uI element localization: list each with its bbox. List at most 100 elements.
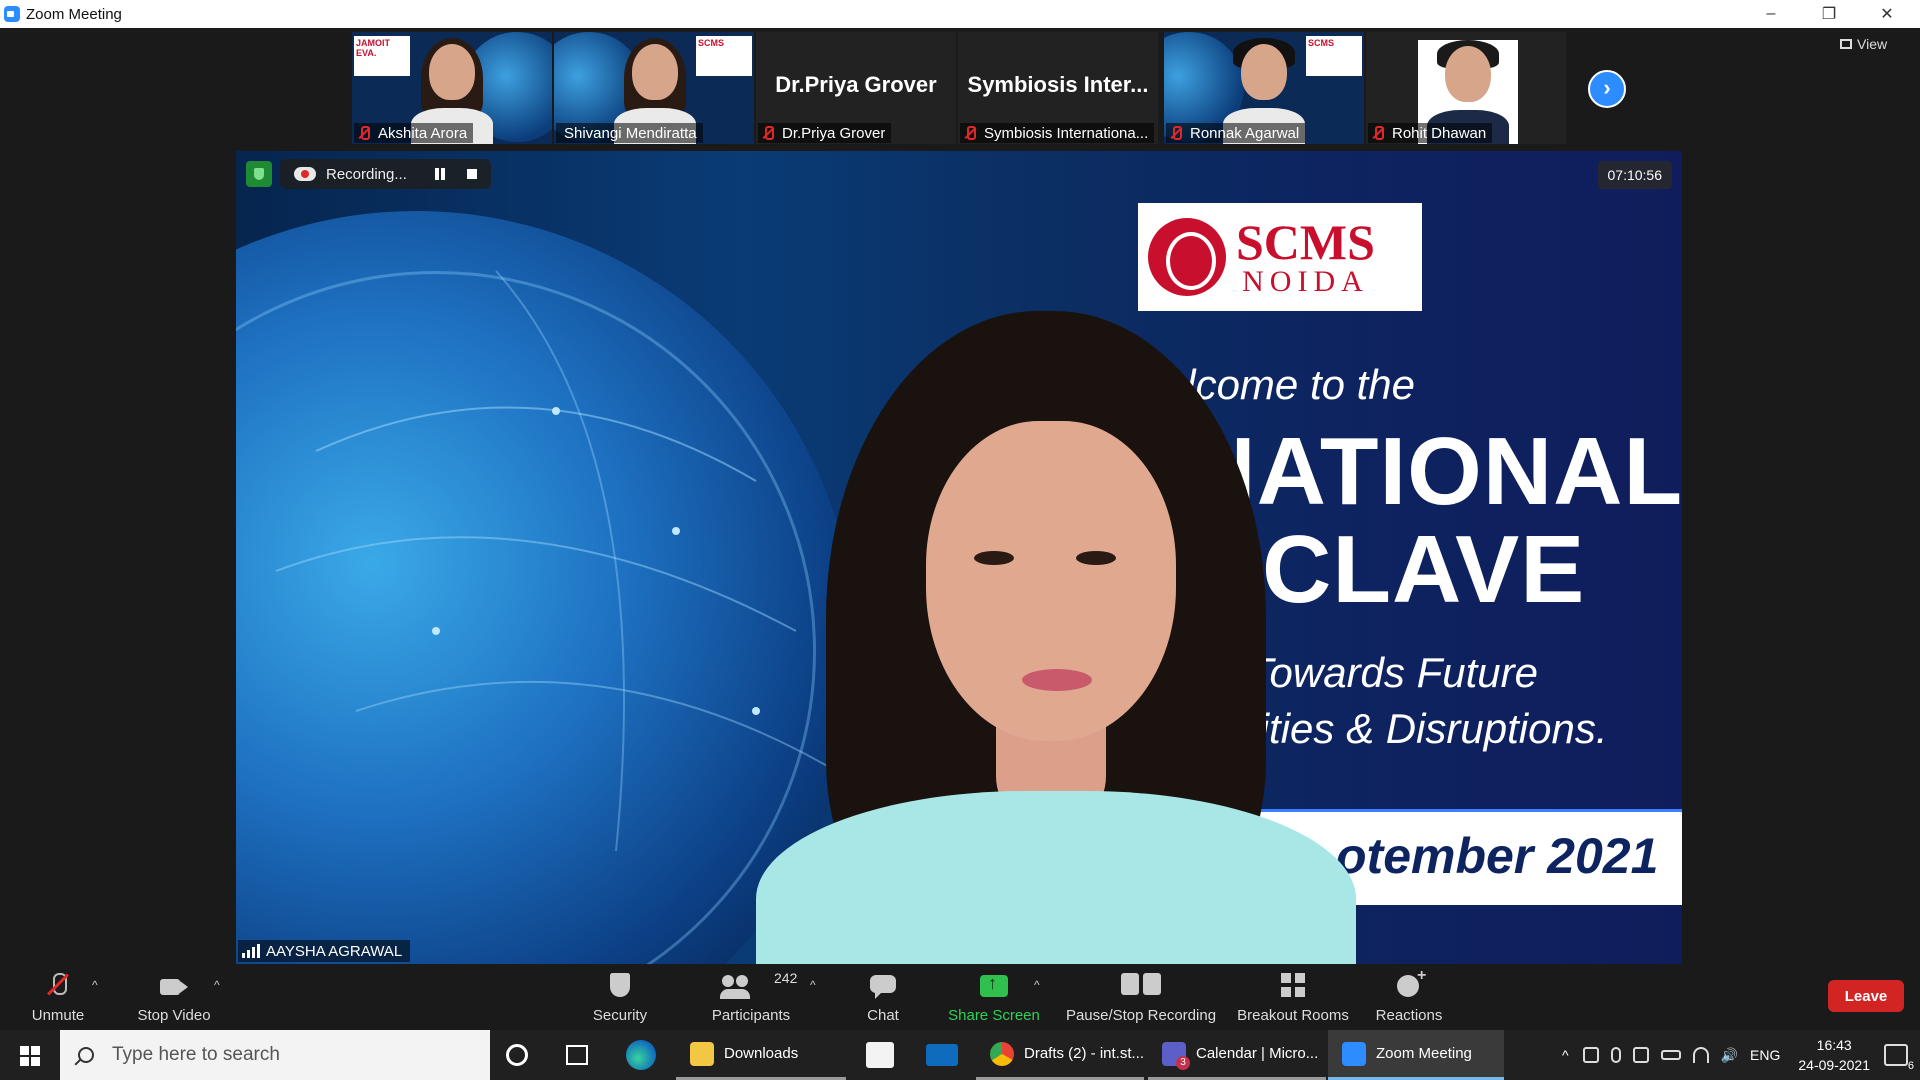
zoom-app-icon bbox=[4, 6, 20, 22]
taskbar-search-box[interactable]: Type here to search bbox=[60, 1030, 490, 1080]
notifications-icon[interactable]: 6 bbox=[1884, 1044, 1914, 1072]
language-indicator[interactable]: ENG bbox=[1750, 1047, 1780, 1063]
teams-badge: 3 bbox=[1176, 1055, 1190, 1070]
leave-button[interactable]: Leave bbox=[1828, 980, 1904, 1012]
participant-nameplate: Symbiosis Internationa... bbox=[960, 123, 1155, 143]
cortana-icon[interactable] bbox=[506, 1044, 528, 1066]
participant-tile[interactable]: Dr.Priya Grover Dr.Priya Grover bbox=[756, 32, 956, 144]
pause-stop-recording-icon bbox=[1121, 971, 1161, 1001]
stop-video-button[interactable]: Stop Video bbox=[132, 964, 216, 1030]
share-screen-button[interactable]: Share Screen bbox=[946, 964, 1042, 1030]
slide-thumbnail: SCMS bbox=[696, 36, 752, 76]
participants-icon bbox=[720, 971, 752, 1001]
minimize-button[interactable]: – bbox=[1742, 0, 1800, 28]
reactions-emoji-icon bbox=[1393, 967, 1426, 1001]
share-options-caret[interactable]: ^ bbox=[1034, 978, 1040, 992]
restore-button[interactable]: ❐ bbox=[1800, 0, 1858, 28]
participants-options-caret[interactable]: ^ bbox=[810, 978, 816, 992]
muted-mic-icon bbox=[760, 125, 776, 141]
chevron-right-icon[interactable]: › bbox=[1588, 70, 1626, 108]
participants-count: 242 bbox=[774, 970, 798, 986]
encryption-shield-icon[interactable] bbox=[246, 161, 272, 187]
participant-name: Shivangi Mendiratta bbox=[564, 124, 697, 142]
taskbar-app-downloads[interactable]: Downloads bbox=[676, 1030, 846, 1080]
task-view-icon[interactable] bbox=[566, 1045, 588, 1065]
microphone-icon[interactable] bbox=[1610, 1047, 1621, 1063]
breakout-rooms-button[interactable]: Breakout Rooms bbox=[1236, 964, 1350, 1030]
view-label: View bbox=[1857, 36, 1888, 52]
chat-bubble-icon bbox=[867, 971, 899, 1001]
grid-icon bbox=[1840, 39, 1852, 49]
windows-taskbar: Type here to search Downloads Drafts (2)… bbox=[0, 1030, 1920, 1080]
reactions-button[interactable]: Reactions bbox=[1374, 964, 1444, 1030]
participants-button[interactable]: 242 Participants bbox=[706, 964, 798, 1030]
participant-nameplate: Shivangi Mendiratta bbox=[556, 123, 703, 143]
breakout-rooms-label: Breakout Rooms bbox=[1237, 1007, 1349, 1024]
pause-stop-recording-button[interactable]: Pause/Stop Recording bbox=[1064, 964, 1218, 1030]
reactions-label: Reactions bbox=[1375, 1007, 1443, 1024]
participant-nameplate: Ronnak Agarwal bbox=[1166, 123, 1306, 143]
chevron-up-icon[interactable]: ^ bbox=[1562, 1047, 1569, 1063]
active-speaker-video: SCMS NOIDA Welcome to the RNATIONAL ONCL… bbox=[236, 151, 1682, 964]
close-button[interactable]: ✕ bbox=[1858, 0, 1916, 28]
taskbar-app-label: Calendar | Micro... bbox=[1196, 1045, 1319, 1062]
zoom-icon bbox=[1342, 1041, 1366, 1066]
battery-icon[interactable] bbox=[1660, 1050, 1681, 1060]
edge-browser-icon[interactable] bbox=[626, 1040, 656, 1070]
participant-name: Akshita Arora bbox=[378, 124, 468, 142]
security-button[interactable]: Security bbox=[582, 964, 658, 1030]
stop-video-label: Stop Video bbox=[137, 1007, 211, 1024]
chrome-icon bbox=[990, 1041, 1014, 1066]
participant-nameplate: Rohit Dhawan bbox=[1368, 123, 1493, 143]
taskbar-app-teams[interactable]: 3 Calendar | Micro... bbox=[1148, 1030, 1326, 1080]
taskbar-app-zoom[interactable]: Zoom Meeting bbox=[1328, 1030, 1504, 1080]
volume-icon[interactable]: 🔊 bbox=[1721, 1047, 1738, 1064]
view-button[interactable]: View bbox=[1840, 36, 1887, 52]
muted-mic-icon bbox=[356, 125, 372, 141]
participant-name: Symbiosis Internationa... bbox=[984, 124, 1149, 142]
meeting-timer: 07:10:56 bbox=[1597, 161, 1672, 189]
participant-tile[interactable]: SCMS Shivangi Mendiratta bbox=[554, 32, 754, 144]
participant-tile[interactable]: JAMOIT EVA. Akshita Arora bbox=[352, 32, 552, 144]
clock-date: 24-09-2021 bbox=[1798, 1057, 1870, 1073]
security-label: Security bbox=[592, 1007, 648, 1024]
pause-icon[interactable] bbox=[434, 168, 445, 180]
audio-options-caret[interactable]: ^ bbox=[92, 978, 98, 992]
share-screen-icon bbox=[978, 971, 1010, 1001]
recording-label: Recording... bbox=[326, 165, 407, 183]
taskbar-clock[interactable]: 16:43 24-09-2021 bbox=[1798, 1035, 1870, 1075]
speaker-person bbox=[656, 301, 1416, 964]
stop-icon[interactable] bbox=[466, 169, 477, 179]
windows-start-icon[interactable] bbox=[20, 1046, 40, 1066]
cloud-recording-icon bbox=[294, 167, 316, 181]
mail-icon[interactable] bbox=[926, 1044, 958, 1066]
unmute-button[interactable]: Unmute bbox=[24, 964, 92, 1030]
taskbar-app-label: Downloads bbox=[724, 1045, 799, 1062]
signal-strength-icon bbox=[242, 944, 260, 958]
video-options-caret[interactable]: ^ bbox=[214, 978, 220, 992]
chat-button[interactable]: Chat bbox=[860, 964, 906, 1030]
security-center-icon[interactable] bbox=[1632, 1047, 1649, 1063]
muted-mic-icon bbox=[42, 971, 74, 1001]
participant-tile[interactable]: SCMS Ronnak Agarwal bbox=[1164, 32, 1364, 144]
wifi-icon[interactable] bbox=[1692, 1047, 1709, 1063]
search-icon bbox=[78, 1047, 94, 1063]
microsoft-store-icon[interactable] bbox=[866, 1042, 894, 1068]
recording-indicator: Recording... bbox=[280, 159, 491, 189]
window-title-bar: Zoom Meeting – ❐ ✕ bbox=[0, 0, 1920, 28]
scms-emblem-icon bbox=[1148, 218, 1226, 296]
participant-name: Ronnak Agarwal bbox=[1190, 124, 1300, 142]
search-placeholder: Type here to search bbox=[112, 1044, 280, 1065]
speaker-name: AAYSHA AGRAWAL bbox=[266, 942, 403, 960]
taskbar-app-chrome[interactable]: Drafts (2) - int.st... bbox=[976, 1030, 1144, 1080]
muted-mic-icon bbox=[1168, 125, 1184, 141]
participant-name: Dr.Priya Grover bbox=[782, 124, 886, 142]
logo-text: SCMS bbox=[1236, 214, 1375, 270]
slide-thumbnail: JAMOIT EVA. bbox=[354, 36, 410, 76]
slide-thumbnail: SCMS bbox=[1306, 36, 1362, 76]
participant-tile[interactable]: Symbiosis Inter... Symbiosis Internation… bbox=[958, 32, 1158, 144]
participants-label: Participants bbox=[711, 1007, 791, 1024]
muted-mic-icon bbox=[1370, 125, 1386, 141]
meet-now-icon[interactable] bbox=[1582, 1047, 1599, 1063]
participant-tile[interactable]: Rohit Dhawan bbox=[1366, 32, 1566, 144]
